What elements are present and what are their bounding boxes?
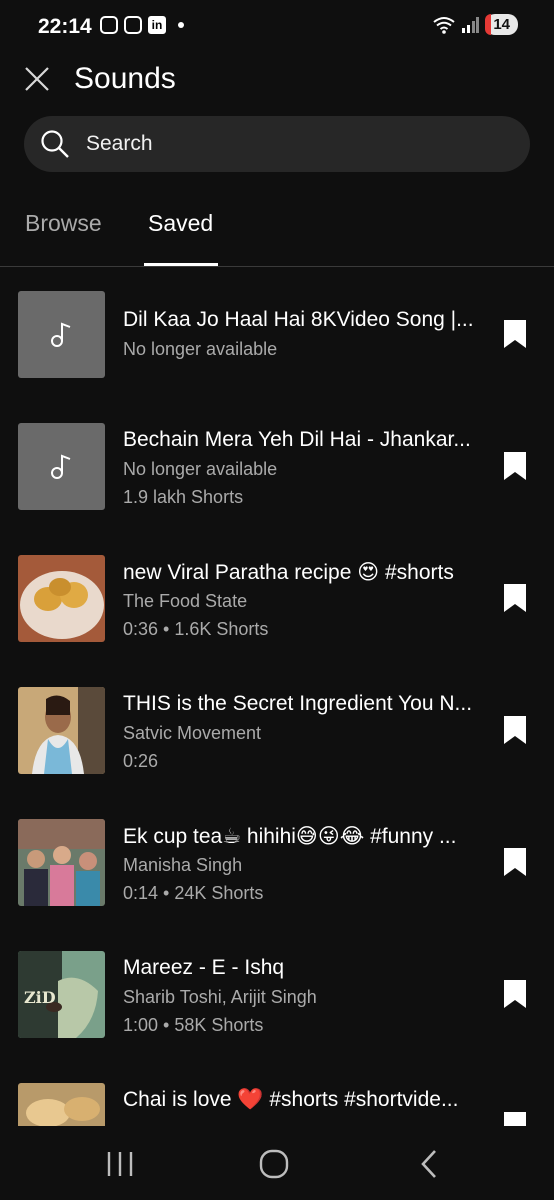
music-note-icon [51,322,71,347]
bookmark-icon[interactable] [503,979,527,1009]
status-time: 22:14 [38,15,92,38]
signal-icon [462,16,480,33]
sound-title: Bechain Mera Yeh Dil Hai - Jhankar... [123,428,471,451]
sound-title: Chai is love ❤️ #shorts #shortvide... [123,1088,459,1111]
sound-title: Ek cup tea☕ hihihi😅😜😂 #funny ... [123,825,457,848]
music-note-icon [51,454,71,479]
tab-bar: Browse Saved [0,190,554,267]
sound-item[interactable]: Dil Kaa Jo Haal Hai 8KVideo Song |... No… [0,268,554,400]
sound-title: Dil Kaa Jo Haal Hai 8KVideo Song |... [123,308,474,331]
sound-meta: 0:36 • 1.6K Shorts [123,619,269,639]
tab-browse[interactable]: Browse [25,210,102,237]
sound-title: new Viral Paratha recipe 😍 #shorts [123,561,454,584]
linkedin-icon: in [148,16,166,34]
bookmark-icon[interactable] [503,847,527,877]
sound-title: THIS is the Secret Ingredient You N... [123,692,473,715]
sound-meta: 0:26 [123,751,159,771]
home-icon[interactable] [257,1148,291,1180]
sound-meta: 1:00 • 58K Shorts [123,1015,264,1035]
page-title: Sounds [74,62,176,95]
sound-title: Mareez - E - Ishq [123,956,285,979]
close-icon[interactable] [20,62,54,96]
sound-item[interactable]: Ek cup tea☕ hihihi😅😜😂 #funny ... Manisha… [0,796,554,928]
search-bar[interactable] [24,116,530,172]
sound-meta: 0:14 • 24K Shorts [123,883,264,903]
sound-subtitle: No longer available [123,459,278,479]
sound-subtitle: Satvic Movement [123,723,262,743]
status-bar: 22:14 in 14 [0,0,554,44]
notification-icons: in [100,16,184,34]
sound-subtitle: No longer available [123,339,278,359]
battery-indicator: 14 [485,14,518,35]
saved-sounds-list: Dil Kaa Jo Haal Hai 8KVideo Song |... No… [0,268,554,1126]
sound-item[interactable]: new Viral Paratha recipe 😍 #shorts The F… [0,532,554,664]
sound-item[interactable]: THIS is the Secret Ingredient You N... S… [0,664,554,796]
back-icon[interactable] [413,1148,447,1180]
system-status: 14 [433,14,518,35]
system-navigation-bar [0,1126,554,1200]
sound-thumbnail [18,291,105,378]
sound-thumbnail: ZiD [18,951,105,1038]
sound-thumbnail [18,423,105,510]
wifi-icon [433,16,455,34]
sound-meta: 1.9 lakh Shorts [123,487,244,507]
screenshot-icon [124,16,142,34]
sound-item[interactable]: Chai is love ❤️ #shorts #shortvide... [0,1060,554,1126]
sound-item[interactable]: ZiD Mareez - E - Ishq Sharib Toshi, Arij… [0,928,554,1060]
header: Sounds [0,44,554,116]
tab-saved[interactable]: Saved [148,210,213,237]
instagram-icon [100,16,118,34]
active-tab-indicator [144,263,218,266]
bookmark-icon[interactable] [503,319,527,349]
search-input[interactable] [86,116,506,172]
bookmark-icon[interactable] [503,583,527,613]
sound-subtitle: The Food State [123,591,248,611]
sound-thumbnail [18,1083,105,1126]
search-icon [41,130,69,158]
sound-thumbnail [18,819,105,906]
sound-item[interactable]: Bechain Mera Yeh Dil Hai - Jhankar... No… [0,400,554,532]
sound-thumbnail [18,555,105,642]
bookmark-icon[interactable] [503,1111,527,1126]
bookmark-icon[interactable] [503,451,527,481]
sound-subtitle: Manisha Singh [123,855,243,875]
more-notifications-dot [178,22,184,28]
sound-thumbnail [18,687,105,774]
svg-text:ZiD: ZiD [24,988,56,1007]
recent-apps-icon[interactable] [103,1148,137,1180]
bookmark-icon[interactable] [503,715,527,745]
sound-subtitle: Sharib Toshi, Arijit Singh [123,987,317,1007]
